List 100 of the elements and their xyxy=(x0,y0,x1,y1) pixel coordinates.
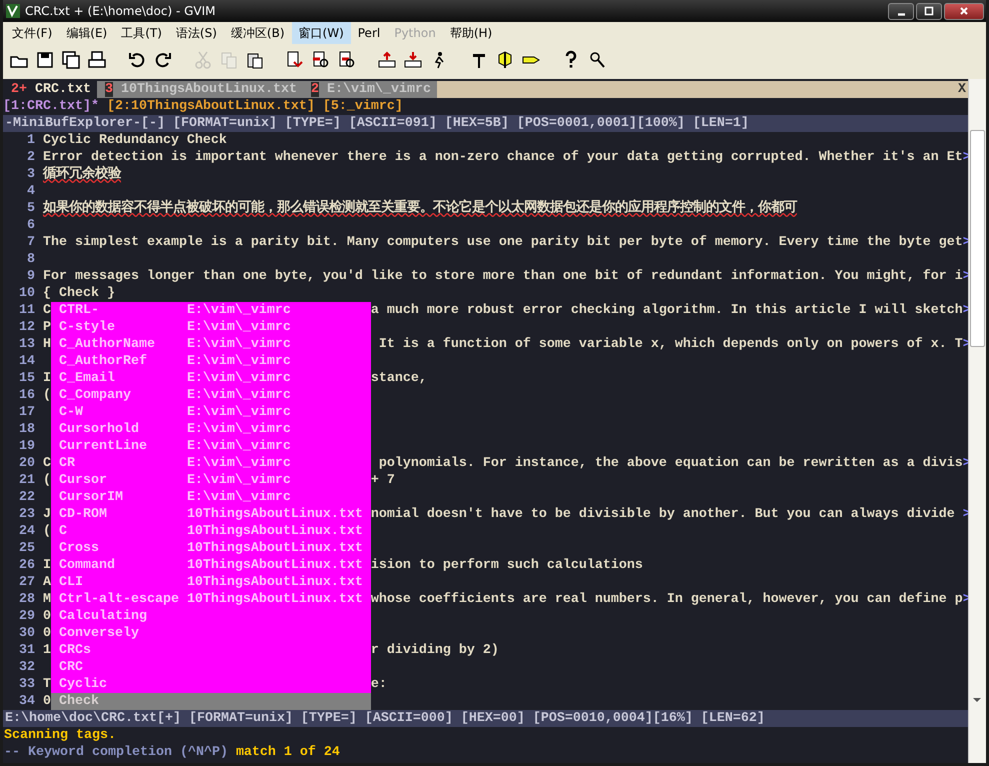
menu-item[interactable]: 文件(F) xyxy=(5,22,60,44)
completion-item[interactable]: CLI 10ThingsAboutLinux.txt xyxy=(50,574,371,591)
line-number: 29 xyxy=(18,608,36,625)
menu-item[interactable]: 语法(S) xyxy=(168,22,224,44)
tab[interactable]: 2 E:\vim\_vimrc xyxy=(302,81,437,98)
line-number: 13 xyxy=(18,336,36,353)
code-line: r dividing by 2) xyxy=(370,642,499,659)
line-number: 31 xyxy=(18,642,36,659)
replace-icon[interactable] xyxy=(285,50,305,70)
savesession-icon[interactable] xyxy=(403,50,423,70)
line-number: 34 xyxy=(18,693,36,710)
completion-item[interactable]: Command 10ThingsAboutLinux.txt xyxy=(50,557,371,574)
completion-item[interactable]: C_Company E:\vim\_vimrc xyxy=(50,387,371,404)
loadsession-icon[interactable] xyxy=(377,50,397,70)
menu-item[interactable]: 窗口(W) xyxy=(292,22,351,44)
completion-item[interactable]: C 10ThingsAboutLinux.txt xyxy=(50,523,371,540)
window-title: CRC.txt + (E:\home\doc) - GVIM xyxy=(25,4,217,18)
completion-item[interactable]: CR E:\vim\_vimrc xyxy=(50,455,371,472)
completion-item[interactable]: CRCs xyxy=(50,642,371,659)
code-line: ( xyxy=(42,387,51,404)
mode-message: -- Keyword completion (^N^P) xyxy=(4,744,228,761)
line-number: 7 xyxy=(26,234,36,251)
line-number: 26 xyxy=(18,557,36,574)
line-number: 14 xyxy=(18,353,36,370)
code-line: 0 xyxy=(42,625,51,642)
vim-logo-icon xyxy=(5,3,21,19)
completion-item[interactable]: C_AuthorRef E:\vim\_vimrc xyxy=(50,353,371,370)
line-number: 32 xyxy=(18,659,36,676)
print-icon[interactable] xyxy=(87,50,107,70)
redo-icon[interactable] xyxy=(153,50,173,70)
code-line: 循环冗余校验 xyxy=(42,166,121,183)
line-number: 2 xyxy=(26,149,36,166)
completion-item[interactable]: Ctrl-alt-escape 10ThingsAboutLinux.txt xyxy=(50,591,371,608)
completion-item[interactable]: Cross 10ThingsAboutLinux.txt xyxy=(50,540,371,557)
completion-item[interactable]: CRC xyxy=(50,659,371,676)
menu-item[interactable]: 帮助(H) xyxy=(442,22,500,44)
buffer-item[interactable]: [1:CRC.txt]* xyxy=(3,98,99,115)
completion-item[interactable]: Check xyxy=(50,693,371,710)
line-number: 4 xyxy=(26,183,36,200)
line-number: 21 xyxy=(18,472,36,489)
line-number: 27 xyxy=(18,574,36,591)
code-line: polynomials. For instance, the above equation can be rewritten as a divis xyxy=(378,455,963,472)
line-number: 8 xyxy=(26,251,36,268)
code-line: It is a function of some variable x, which depends only on powers of x. T xyxy=(378,336,963,353)
line-number: 1 xyxy=(26,132,36,149)
completion-item[interactable]: CursorIM E:\vim\_vimrc xyxy=(50,489,371,506)
tab[interactable]: 2+ CRC.txt xyxy=(3,81,97,98)
code-line: { Check } xyxy=(42,285,115,302)
buffer-item[interactable]: [5:_vimrc] xyxy=(322,98,403,115)
code-line: 0 xyxy=(42,608,51,625)
code-line: e: xyxy=(370,676,387,693)
code-line: P xyxy=(42,319,51,336)
code-line: Error detection is important whenever there is a non-zero chance of your data getting corrupted. Whether it's an Et xyxy=(42,149,963,166)
tab[interactable]: 3 10ThingsAboutLinux.txt xyxy=(97,81,303,98)
line-number: 16 xyxy=(18,387,36,404)
menu-item[interactable]: 缓冲区(B) xyxy=(224,22,292,44)
maximize-button[interactable] xyxy=(916,2,942,20)
completion-item[interactable]: C_Email E:\vim\_vimrc xyxy=(50,370,371,387)
close-button[interactable] xyxy=(944,2,984,20)
scrollbar-thumb[interactable] xyxy=(970,130,985,347)
scrollbar[interactable] xyxy=(968,79,986,763)
minimize-button[interactable] xyxy=(888,2,914,20)
completion-item[interactable]: C_AuthorName E:\vim\_vimrc xyxy=(50,336,371,353)
line-number: 15 xyxy=(18,370,36,387)
menu-item[interactable]: 编辑(E) xyxy=(59,22,114,44)
line-number: 28 xyxy=(18,591,36,608)
findprev-icon[interactable] xyxy=(337,50,357,70)
scroll-down-icon[interactable] xyxy=(972,697,982,703)
saveall-icon[interactable] xyxy=(61,50,81,70)
match-count: match 1 of 24 xyxy=(236,744,340,761)
code-line: Cyclic Redundancy Check xyxy=(42,132,227,149)
close-tab-button[interactable]: X xyxy=(956,81,968,98)
findnext-icon[interactable] xyxy=(311,50,331,70)
undo-icon[interactable] xyxy=(127,50,147,70)
code-line: 1 xyxy=(42,642,51,659)
menu-item[interactable]: 工具(T) xyxy=(114,22,169,44)
completion-item[interactable]: CD-ROM 10ThingsAboutLinux.txt xyxy=(50,506,371,523)
line-number: 5 xyxy=(26,200,36,217)
completion-item[interactable]: C-style E:\vim\_vimrc xyxy=(50,319,371,336)
completion-item[interactable]: Cursorhold E:\vim\_vimrc xyxy=(50,421,371,438)
code-line: I xyxy=(42,557,51,574)
completion-item[interactable]: CurrentLine E:\vim\_vimrc xyxy=(50,438,371,455)
completion-item[interactable]: Cursor E:\vim\_vimrc xyxy=(50,472,371,489)
line-number: 9 xyxy=(26,268,36,285)
code-line: The simplest example is a parity bit. Many computers use one parity bit per byte of memory. Every time the byte get xyxy=(42,234,963,251)
code-line: stance, xyxy=(370,370,427,387)
completion-item[interactable]: Conversely xyxy=(50,625,371,642)
code-line: a much more robust error checking algorithm. In this article I will sketch xyxy=(370,302,963,319)
save-icon[interactable] xyxy=(35,50,55,70)
completion-item[interactable]: Cyclic xyxy=(50,676,371,693)
line-number: 17 xyxy=(18,404,36,421)
completion-item[interactable]: Calculating xyxy=(50,608,371,625)
line-number: 11 xyxy=(18,302,36,319)
buffer-item[interactable]: [2:10ThingsAboutLinux.txt] xyxy=(106,98,315,115)
menu-item[interactable]: Perl xyxy=(350,23,388,43)
code-line: ision to perform such calculations xyxy=(370,557,643,574)
completion-item[interactable]: C-W E:\vim\_vimrc xyxy=(50,404,371,421)
line-number: 6 xyxy=(26,217,36,234)
maximize-icon xyxy=(924,6,934,16)
completion-item[interactable]: CTRL- E:\vim\_vimrc xyxy=(50,302,371,319)
